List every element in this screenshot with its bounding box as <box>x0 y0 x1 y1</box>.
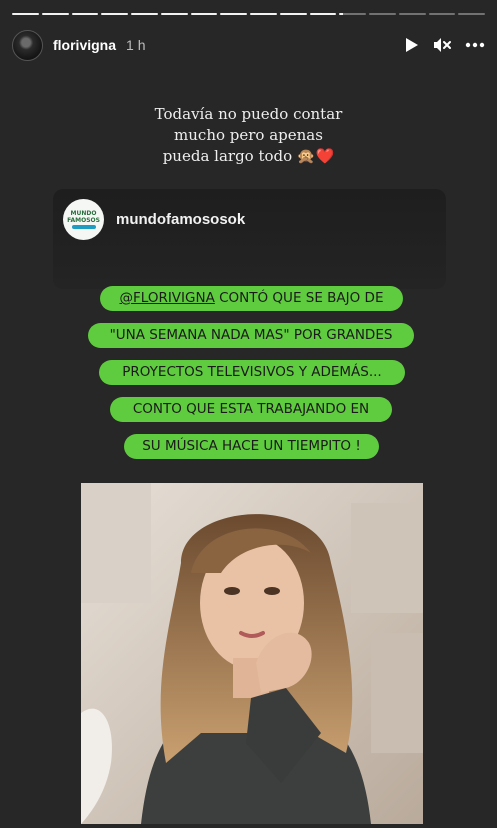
caption-line: Todavía no puedo contar <box>154 105 343 123</box>
progress-segment <box>428 13 456 15</box>
progress-segment <box>458 13 485 15</box>
post-text-fragment: CONTÓ QUE SE BAJO DE <box>214 290 384 306</box>
logo-text: FAMOSOS <box>67 217 100 224</box>
progress-segment <box>279 13 307 15</box>
more-dots-icon[interactable] <box>465 42 485 48</box>
post-text-line: CONTO QUE ESTA TRABAJANDO EN <box>110 397 392 422</box>
caption-line: mucho pero apenas <box>174 126 323 144</box>
shared-post-photo[interactable] <box>81 483 423 824</box>
story-controls <box>405 37 485 53</box>
post-text-line: PROYECTOS TELEVISIVOS Y ADEMÁS... <box>99 360 405 385</box>
post-text-line: @FLORIVIGNA CONTÓ QUE SE BAJO DE <box>100 286 403 311</box>
progress-segment <box>250 13 277 15</box>
progress-segment <box>131 13 158 15</box>
progress-segment <box>101 13 128 15</box>
story-username[interactable]: florivigna <box>53 37 116 53</box>
progress-segment <box>190 13 218 15</box>
story-caption: Todavía no puedo contar mucho pero apena… <box>0 104 497 167</box>
mention-link[interactable]: @FLORIVIGNA <box>120 290 215 306</box>
story-progress-bar <box>12 13 485 15</box>
progress-segment <box>398 13 426 15</box>
progress-segment <box>220 13 247 15</box>
progress-segment <box>12 13 39 15</box>
speaker-muted-icon[interactable] <box>433 37 451 53</box>
avatar[interactable] <box>12 29 43 61</box>
story-header: florivigna 1 h <box>12 29 485 61</box>
play-icon[interactable] <box>405 37 419 53</box>
progress-segment <box>309 13 337 15</box>
post-text-line: "UNA SEMANA NADA MAS" POR GRANDES <box>88 323 414 348</box>
story-timestamp: 1 h <box>126 37 146 53</box>
progress-segment <box>160 13 188 15</box>
progress-segment <box>369 13 396 15</box>
logo-accent-bar <box>71 225 96 229</box>
post-text-line: SU MÚSICA HACE UN TIEMPITO ! <box>124 434 379 459</box>
shared-post-card[interactable] <box>53 189 446 289</box>
progress-segment <box>41 13 69 15</box>
shared-post-logo[interactable]: MUNDO FAMOSOS <box>63 199 104 240</box>
logo-text: MUNDO <box>70 210 97 217</box>
progress-segment-current <box>339 13 366 15</box>
caption-line: pueda largo todo 🙊❤️ <box>162 147 335 165</box>
shared-post-username[interactable]: mundofamososok <box>116 211 245 228</box>
progress-segment <box>71 13 99 15</box>
